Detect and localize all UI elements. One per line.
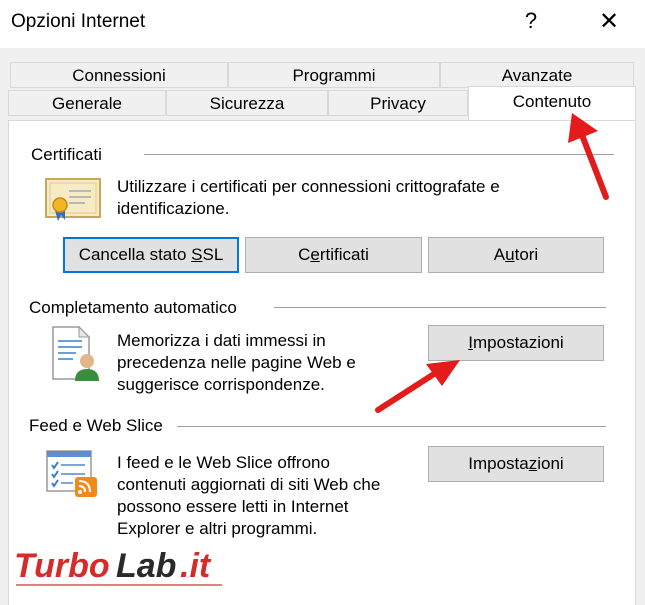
feed-desc-line2: contenuti aggiornati di siti Web che: [117, 475, 381, 494]
close-button[interactable]: ✕: [596, 7, 622, 36]
completamento-label: Completamento automatico: [29, 298, 237, 318]
certificati-separator: [144, 154, 614, 155]
tab-generale[interactable]: Generale: [8, 90, 166, 116]
tab-connessioni[interactable]: Connessioni: [10, 62, 228, 88]
completamento-separator: [274, 307, 606, 308]
feed-separator: [177, 426, 606, 427]
btn-text: SL: [202, 245, 224, 264]
completamento-description: Memorizza i dati immessi in precedenza n…: [117, 330, 356, 396]
turbolab-watermark-logo: Turbo Lab .it: [13, 546, 222, 586]
window-title: Opzioni Internet: [11, 11, 146, 32]
help-button[interactable]: ?: [520, 8, 542, 34]
annotation-arrow-button: [375, 360, 460, 413]
title-bar: Opzioni Internet ? ✕: [0, 0, 645, 48]
btn-text: ioni: [537, 454, 564, 473]
feed-impostazioni-button[interactable]: Impostazioni: [428, 446, 604, 482]
svg-text:Lab: Lab: [116, 547, 176, 585]
svg-text:Turbo: Turbo: [14, 547, 110, 585]
btn-text: Cancella stato: [78, 245, 192, 264]
feed-description: I feed e le Web Slice offrono contenuti …: [117, 452, 380, 540]
btn-text: A: [493, 245, 506, 264]
btn-accel: e: [310, 245, 320, 264]
tab-privacy[interactable]: Privacy: [328, 90, 468, 116]
certificati-desc-line2: identificazione.: [117, 199, 230, 218]
feed-label: Feed e Web Slice: [29, 416, 163, 436]
feed-desc-line1: I feed e le Web Slice offrono: [117, 453, 330, 472]
autocomplete-icon: [49, 325, 101, 388]
autori-button[interactable]: Autori: [428, 237, 604, 273]
certificati-description: Utilizzare i certificati per connessioni…: [117, 176, 500, 220]
completamento-desc-line2: precedenza nelle pagine Web e: [117, 353, 356, 372]
feed-desc-line4: Explorer e altri programmi.: [117, 519, 318, 538]
btn-accel: S: [191, 245, 203, 264]
btn-text: tori: [514, 245, 539, 264]
tab-avanzate[interactable]: Avanzate: [440, 62, 634, 88]
btn-text: Imposta: [468, 454, 529, 473]
certificati-label: Certificati: [31, 145, 102, 165]
certificati-desc-line1: Utilizzare i certificati per connessioni…: [117, 177, 500, 196]
annotation-arrow-tab: [568, 113, 609, 200]
certificati-button[interactable]: Certificati: [245, 237, 422, 273]
feed-desc-line3: possono essere letti in Internet: [117, 497, 349, 516]
btn-text: mpostazioni: [473, 333, 564, 352]
svg-text:.it: .it: [180, 547, 212, 585]
btn-accel: u: [505, 245, 515, 264]
feed-icon: [45, 449, 103, 504]
btn-accel: z: [528, 454, 538, 473]
certificate-icon: [45, 177, 103, 228]
cancella-stato-ssl-button[interactable]: Cancella stato SSL: [63, 237, 239, 273]
tab-sicurezza[interactable]: Sicurezza: [166, 90, 328, 116]
completamento-desc-line3: suggerisce corrispondenze.: [117, 375, 325, 394]
btn-text: rtificati: [319, 245, 369, 264]
btn-text: C: [298, 245, 311, 264]
completamento-desc-line1: Memorizza i dati immessi in: [117, 331, 326, 350]
content-panel: Certificati Utilizzare i certificati per…: [8, 120, 636, 605]
tab-programmi[interactable]: Programmi: [228, 62, 440, 88]
